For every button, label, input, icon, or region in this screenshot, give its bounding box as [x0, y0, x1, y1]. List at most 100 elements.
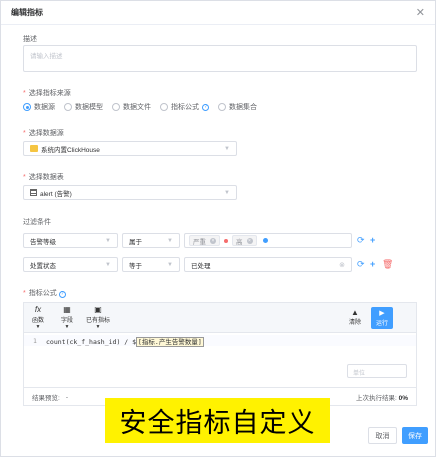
refresh-icon[interactable]: ⟳ [357, 260, 365, 269]
code-text: count(ck_f_hash_id) / $ [指标.产生告警数量] [46, 336, 204, 347]
add-filter-icon[interactable]: + [370, 236, 375, 245]
filter-field-select-2[interactable]: 处置状态 ▼ [23, 257, 118, 272]
add-value-dot[interactable] [262, 238, 268, 243]
filter-field-value: 告警等级 [30, 238, 56, 246]
radio-dot [23, 103, 31, 111]
filter-op-value: 等于 [129, 262, 142, 270]
last-result-value: 0% [398, 395, 408, 402]
tag-close-icon[interactable]: × [246, 237, 253, 244]
radio-dot [112, 103, 120, 111]
radio-datafile-label: 数据文件 [123, 104, 151, 111]
filter-op-select-2[interactable]: 等于 ▼ [122, 257, 180, 272]
metric-icon: ▣ [94, 305, 102, 314]
radio-dot [160, 103, 168, 111]
datasource-value: 系统内置ClickHouse [41, 146, 100, 154]
radio-datasource-label: 数据源 [34, 104, 55, 111]
tag-label: 高 [236, 238, 243, 246]
dialog-header: 编辑指标 ✕ [1, 1, 435, 25]
radio-datamodel-label: 数据模型 [75, 104, 103, 111]
description-textarea[interactable]: 请输入描述 [23, 45, 417, 72]
source-label: * 选择指标来源 [23, 90, 71, 97]
metric-token: [指标.产生告警数量] [136, 336, 204, 347]
dialog-title: 编辑指标 [11, 8, 43, 17]
description-placeholder: 请输入描述 [30, 53, 63, 60]
formula-label-text: 指标公式 [28, 290, 57, 297]
description-label: 描述 [23, 36, 37, 43]
filter-op-select-1[interactable]: 属于 ▼ [122, 233, 180, 248]
filter-value-input-2[interactable]: 已处理 ⊗ [184, 257, 352, 272]
radio-dataset[interactable]: 数据集合 [218, 102, 257, 112]
preview-label: 结果预览: [32, 395, 60, 402]
clear-icon[interactable]: ⊗ [339, 261, 345, 269]
help-icon[interactable]: ? [202, 103, 209, 111]
clear-icon: ▲ [351, 308, 359, 317]
existing-metric-menu[interactable]: ▣ 已有指标 ▼ [85, 305, 111, 331]
caret-down-icon: ▼ [35, 324, 41, 330]
radio-datamodel[interactable]: 数据模型 [64, 102, 103, 112]
code-prefix: count(ck_f_hash_id) / $ [46, 337, 137, 346]
filters-label: 过滤条件 [23, 219, 51, 226]
function-menu[interactable]: fx 函数 ▼ [27, 305, 49, 331]
run-button[interactable]: ▶ 运行 [371, 307, 393, 329]
chevron-down-icon: ▼ [224, 145, 230, 152]
play-icon: ▶ [379, 310, 385, 317]
radio-dot [64, 103, 72, 111]
filter-field-value: 处置状态 [30, 262, 56, 270]
code-line[interactable]: 1 count(ck_f_hash_id) / $ [指标.产生告警数量] [24, 335, 416, 347]
tag-label: 严重 [193, 238, 206, 246]
database-icon [30, 145, 38, 152]
caret-down-icon: ▼ [64, 324, 70, 330]
cancel-button[interactable]: 取消 [368, 427, 397, 444]
filter-field-select-1[interactable]: 告警等级 ▼ [23, 233, 118, 248]
refresh-icon[interactable]: ⟳ [357, 236, 365, 245]
last-result-label: 上次执行结果: [355, 395, 397, 402]
filter-value-multiselect-1[interactable]: 严重 × 高 × [184, 233, 352, 248]
separator-dot [224, 238, 228, 243]
datatable-label-text: 选择数据表 [28, 174, 64, 181]
help-icon[interactable]: ? [58, 290, 66, 298]
datasource-label: * 选择数据源 [23, 130, 64, 137]
value-tag: 严重 × [189, 235, 220, 246]
tag-close-icon[interactable]: × [210, 237, 216, 244]
chevron-down-icon: ▼ [105, 261, 111, 268]
radio-formula-label: 指标公式 [171, 104, 199, 111]
function-icon: fx [34, 305, 42, 314]
formula-editor: fx 函数 ▼ ▦ 字段 ▼ ▣ 已有指标 ▼ ▲ 清除 ▶ 运行 1 coun… [23, 302, 417, 406]
close-icon[interactable]: ✕ [416, 6, 425, 19]
datasource-label-text: 选择数据源 [28, 130, 64, 137]
edit-metric-dialog: 编辑指标 ✕ 描述 请输入描述 * 选择指标来源 数据源 数据模型 数据文件 指标… [0, 0, 436, 457]
datatable-label: * 选择数据表 [23, 174, 64, 181]
clear-label: 清除 [348, 320, 361, 326]
chevron-down-icon: ▼ [167, 261, 173, 268]
filter-value: 已处理 [191, 262, 211, 270]
value-tag: 高 × [232, 235, 257, 246]
clear-button[interactable]: ▲ 清除 [345, 308, 365, 326]
unit-input[interactable]: 单位 [347, 364, 407, 378]
save-button[interactable]: 保存 [402, 427, 428, 444]
line-number: 1 [33, 336, 37, 345]
run-label: 运行 [375, 321, 388, 327]
chevron-down-icon: ▼ [167, 237, 173, 244]
datatable-select[interactable]: alert (告警) ▼ [23, 185, 237, 200]
caret-down-icon: ▼ [95, 324, 101, 330]
chevron-down-icon: ▼ [105, 237, 111, 244]
filter-op-value: 属于 [129, 238, 142, 246]
formula-label: * 指标公式 ? [23, 288, 66, 298]
caption-overlay: 安全指标自定义 [105, 398, 330, 443]
chevron-down-icon: ▼ [224, 189, 230, 196]
field-menu[interactable]: ▦ 字段 ▼ [56, 305, 78, 331]
datatable-value: alert (告警) [40, 190, 72, 198]
radio-datafile[interactable]: 数据文件 [112, 102, 151, 112]
field-icon: ▦ [63, 305, 71, 314]
datasource-select[interactable]: 系统内置ClickHouse ▼ [23, 141, 237, 156]
source-label-text: 选择指标来源 [28, 90, 71, 97]
delete-icon[interactable]: 🗑 [382, 260, 393, 269]
radio-datasource[interactable]: 数据源 [23, 102, 55, 112]
editor-toolbar: fx 函数 ▼ ▦ 字段 ▼ ▣ 已有指标 ▼ ▲ 清除 ▶ 运行 [24, 303, 416, 333]
add-filter-icon[interactable]: + [370, 260, 375, 269]
radio-formula[interactable]: 指标公式? [160, 102, 209, 112]
unit-placeholder: 单位 [353, 371, 366, 377]
last-result: 上次执行结果: 0% [356, 392, 408, 402]
preview-value: - [65, 393, 68, 401]
radio-dataset-label: 数据集合 [229, 104, 257, 111]
